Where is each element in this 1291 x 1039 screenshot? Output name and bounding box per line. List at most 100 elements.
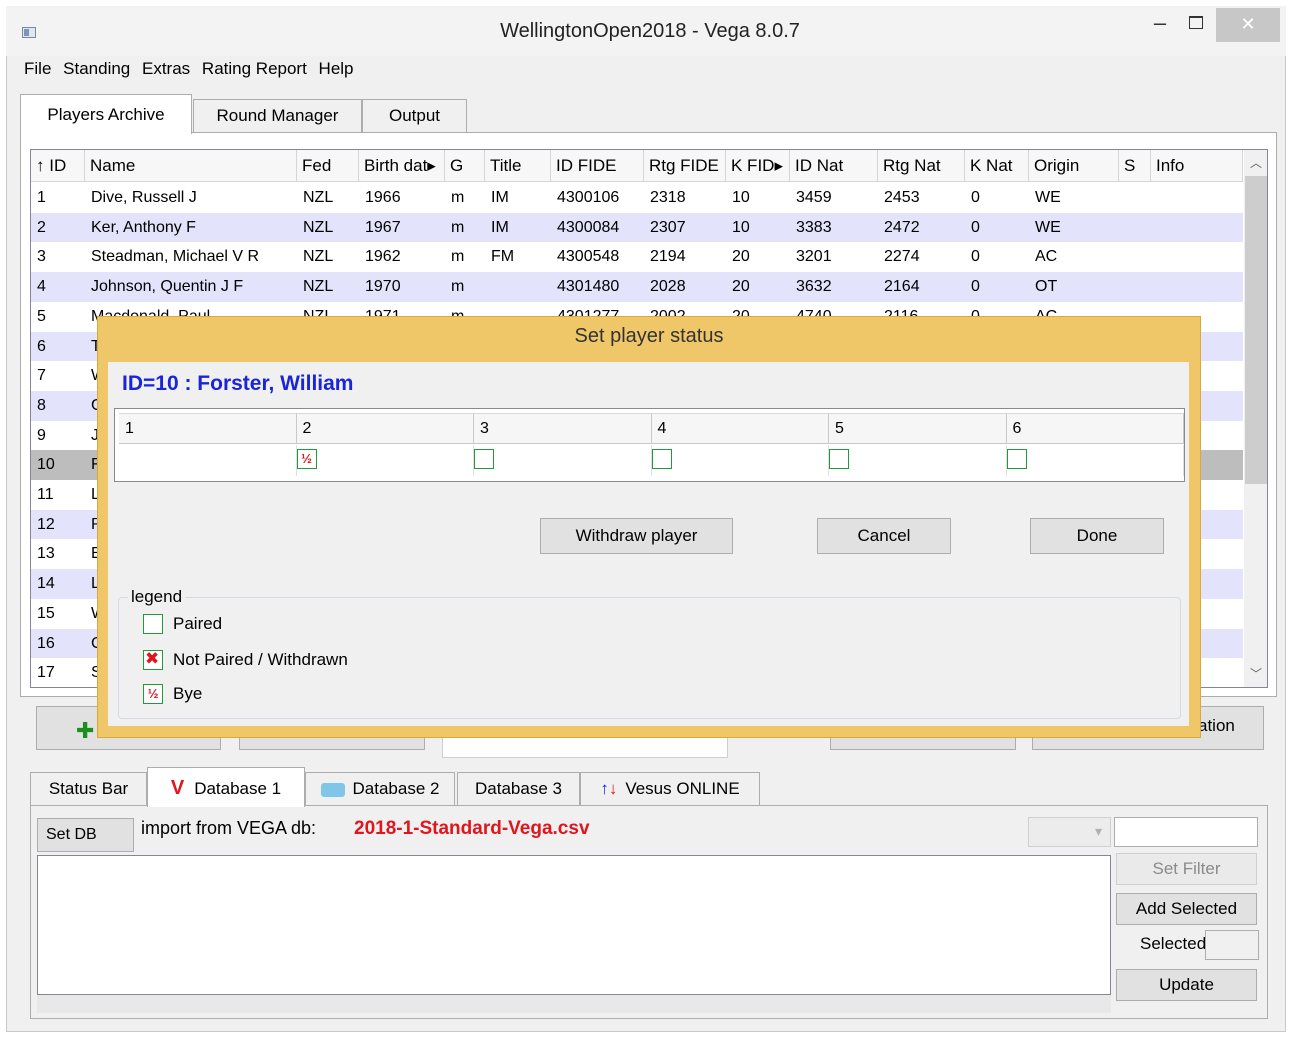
minimize-button[interactable]: –: [1145, 12, 1175, 40]
table-cell: [1119, 213, 1151, 242]
table-cell: 2194: [650, 248, 686, 266]
table-row[interactable]: 1 Dive, Russell J NZL 1966 m IM 4300106 2318 10 3…: [31, 183, 1243, 213]
table-cell: 10: [732, 218, 750, 236]
menu-extras[interactable]: Extras: [142, 59, 190, 78]
table-row[interactable]: 4 Johnson, Quentin J F NZL 1970 m 4301480 2028…: [31, 272, 1243, 302]
update-button[interactable]: Update: [1116, 969, 1257, 1001]
round-header: 5: [829, 413, 1007, 444]
done-button[interactable]: Done: [1030, 518, 1164, 554]
table-cell: 12: [37, 515, 55, 533]
scrollbar-thumb[interactable]: [1245, 176, 1267, 484]
table-cell: IM: [491, 218, 509, 236]
column-header[interactable]: ID FIDE: [551, 150, 644, 182]
table-row[interactable]: 3 Steadman, Michael V R NZL 1962 m FM 4300548 2…: [31, 242, 1243, 272]
table-cell: 16: [37, 634, 55, 652]
table-cell: 3201: [796, 248, 832, 266]
table-cell: 8: [37, 396, 46, 414]
paired-checkbox-icon: [143, 614, 163, 634]
column-header[interactable]: K FID▸: [726, 150, 790, 182]
scroll-up-icon[interactable]: ︿: [1244, 154, 1267, 171]
column-header[interactable]: Rtg Nat: [878, 150, 965, 182]
column-header[interactable]: G: [445, 150, 485, 182]
round-status-cell[interactable]: [474, 445, 652, 476]
column-header[interactable]: Title: [485, 150, 551, 182]
maximize-button[interactable]: [1180, 12, 1210, 40]
paired-checkbox-icon[interactable]: [474, 449, 494, 469]
toolbar-button-4-label: ation: [1198, 716, 1235, 735]
round-status-cell[interactable]: [651, 445, 829, 476]
paired-checkbox-icon[interactable]: [1006, 449, 1027, 469]
cancel-button[interactable]: Cancel: [817, 518, 951, 554]
table-cell: 2: [37, 218, 46, 236]
selected-label: Selected: [1140, 934, 1207, 953]
tab-round-manager[interactable]: Round Manager: [193, 99, 362, 133]
menu-help[interactable]: Help: [319, 59, 354, 78]
round-status-cell[interactable]: [829, 445, 1007, 476]
withdraw-player-button[interactable]: Withdraw player: [540, 518, 733, 554]
column-header[interactable]: S: [1119, 150, 1151, 182]
table-cell: 15: [37, 604, 55, 622]
tab-database-2[interactable]: Database 2: [305, 772, 455, 806]
table-cell: m: [451, 189, 465, 206]
filter-input[interactable]: [1114, 817, 1258, 847]
set-filter-button[interactable]: Set Filter: [1116, 853, 1257, 885]
column-header[interactable]: Rtg FIDE: [644, 150, 726, 182]
round-status-cell[interactable]: ½: [296, 445, 474, 476]
table-cell: 5: [37, 307, 46, 325]
table-cell: 17: [37, 664, 55, 682]
table-cell: NZL: [303, 218, 334, 236]
column-header[interactable]: Info: [1151, 150, 1243, 182]
bye-half-icon[interactable]: ½: [296, 449, 317, 469]
app-icon: [22, 27, 36, 38]
column-header[interactable]: Fed: [297, 150, 359, 182]
paired-checkbox-icon[interactable]: [829, 449, 849, 469]
round-status-cell[interactable]: [119, 445, 297, 476]
selected-count-field[interactable]: [1205, 930, 1259, 960]
table-cell: 13: [37, 545, 55, 563]
table-cell: 3459: [796, 189, 832, 206]
table-cell: AC: [1035, 248, 1058, 266]
table-cell: FM: [491, 248, 515, 266]
column-header[interactable]: Name: [85, 150, 297, 182]
paired-checkbox-icon[interactable]: [651, 449, 672, 469]
add-selected-button[interactable]: Add Selected: [1116, 893, 1257, 925]
tab-database-1[interactable]: V Database 1: [147, 767, 305, 807]
filter-field-select[interactable]: [1028, 817, 1111, 847]
vega-v-icon: V: [170, 777, 185, 799]
database-list[interactable]: [37, 855, 1111, 995]
tab-vesus-online[interactable]: ↑↓ Vesus ONLINE: [580, 772, 760, 806]
column-header[interactable]: K Nat: [965, 150, 1029, 182]
tab-status-bar[interactable]: Status Bar: [30, 772, 147, 806]
menu-bar: File Standing Extras Rating Report Help: [24, 59, 361, 81]
plus-icon: ✚: [76, 718, 95, 743]
round-header: 6: [1006, 413, 1184, 444]
column-header[interactable]: ↑ ID: [31, 150, 85, 182]
close-button[interactable]: ✕: [1216, 8, 1280, 42]
tab-database-3[interactable]: Database 3: [457, 772, 580, 806]
table-cell: 2453: [884, 189, 920, 206]
table-cell: 2472: [884, 218, 920, 236]
legend-bye: Bye: [173, 684, 203, 703]
table-cell: [485, 272, 551, 301]
column-header[interactable]: ID Nat: [790, 150, 878, 182]
column-header[interactable]: Birth dat▸: [359, 150, 445, 182]
table-cell: 0: [971, 189, 980, 206]
legend-not-paired: Not Paired / Withdrawn: [173, 650, 348, 669]
menu-rating-report[interactable]: Rating Report: [202, 59, 307, 78]
scroll-down-icon[interactable]: ﹀: [1244, 665, 1267, 682]
table-cell: 4300548: [557, 248, 620, 266]
table-cell: 2318: [650, 189, 686, 206]
column-header[interactable]: Origin: [1029, 150, 1119, 182]
menu-standing[interactable]: Standing: [63, 59, 130, 78]
table-row[interactable]: 2 Ker, Anthony F NZL 1967 m IM 4300084 2307 10 33…: [31, 212, 1243, 243]
menu-file[interactable]: File: [24, 59, 51, 78]
round-status-cell[interactable]: [1006, 445, 1184, 476]
rounds-grid: 12 ½ 3456: [114, 408, 1185, 482]
tab-players-archive[interactable]: Players Archive: [20, 94, 192, 134]
tab-output[interactable]: Output: [362, 99, 467, 133]
table-cell: WE: [1035, 189, 1061, 206]
table-cell: Johnson, Quentin J F: [91, 278, 244, 296]
table-cell: 1966: [365, 189, 401, 206]
set-db-button[interactable]: Set DB: [37, 818, 134, 852]
horizontal-scrollbar[interactable]: [37, 995, 1111, 1013]
